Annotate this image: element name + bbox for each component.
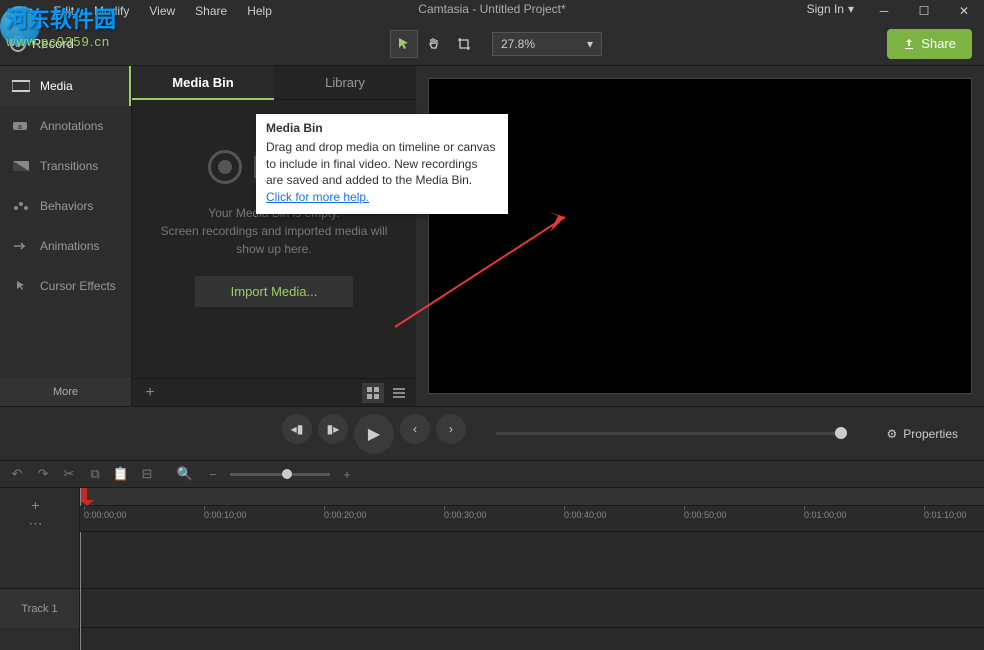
tooltip-body: Drag and drop media on timeline or canva… xyxy=(266,140,495,188)
timeline-ticks: 0:00:00;00 0:00:10;00 0:00:20;00 0:00:30… xyxy=(80,506,984,532)
sidebar-more[interactable]: More xyxy=(0,378,131,406)
zoom-in-button[interactable]: + xyxy=(336,463,358,485)
prev-frame-button[interactable]: ◂▮ xyxy=(282,414,312,444)
playback-handle[interactable] xyxy=(835,427,847,439)
zoom-fit-icon[interactable]: 🔍 xyxy=(174,463,196,485)
window-maximize[interactable]: ☐ xyxy=(904,0,944,22)
properties-label: Properties xyxy=(903,427,958,441)
timeline-ruler[interactable] xyxy=(80,488,984,506)
transitions-icon xyxy=(12,159,30,173)
split-button[interactable]: ⊟ xyxy=(136,463,158,485)
signin-label: Sign In xyxy=(807,2,844,16)
menu-modify[interactable]: Modify xyxy=(84,2,139,20)
tooltip-title: Media Bin xyxy=(266,120,498,137)
chevron-down-icon: ▾ xyxy=(587,37,593,51)
tick: 0:00:50;00 xyxy=(684,510,727,520)
tab-library[interactable]: Library xyxy=(274,66,416,100)
cut-button[interactable]: ✂ xyxy=(58,463,80,485)
sidebar-item-cursor-effects[interactable]: Cursor Effects xyxy=(0,266,131,306)
menu-help[interactable]: Help xyxy=(237,2,282,20)
empty-text-2: Screen recordings and imported media wil… xyxy=(132,222,416,258)
sidebar-label: Behaviors xyxy=(40,199,93,213)
media-icon xyxy=(12,79,30,93)
timeline-zoom-slider[interactable] xyxy=(230,473,330,476)
sidebar-label: Media xyxy=(40,79,73,93)
window-close[interactable]: ✕ xyxy=(944,0,984,22)
share-button[interactable]: Share xyxy=(887,29,972,59)
menu-view[interactable]: View xyxy=(139,2,185,20)
record-label: Record xyxy=(32,36,74,51)
play-button[interactable]: ▶ xyxy=(354,414,394,454)
crop-tool[interactable] xyxy=(450,30,478,58)
gear-icon: ⚙ xyxy=(887,427,898,441)
view-grid-button[interactable] xyxy=(362,383,384,403)
menu-edit[interactable]: Edit xyxy=(43,2,84,20)
record-circle-icon xyxy=(208,150,242,184)
add-track-button[interactable]: + xyxy=(31,497,39,513)
import-media-button[interactable]: Import Media... xyxy=(195,276,354,307)
tooltip-help-link[interactable]: Click for more help. xyxy=(266,190,369,204)
annotations-icon: a xyxy=(12,119,30,133)
watermark-logo xyxy=(0,6,40,46)
toolbar: Record 27.8% ▾ Share xyxy=(0,22,984,66)
animations-icon xyxy=(12,239,30,253)
track-options-button[interactable]: ⋯ xyxy=(29,515,43,532)
add-media-button[interactable]: + xyxy=(138,381,162,405)
copy-button[interactable]: ⧉ xyxy=(84,463,106,485)
sidebar-label: Annotations xyxy=(40,119,103,133)
track-row[interactable] xyxy=(80,588,984,628)
tick: 0:01:00;00 xyxy=(804,510,847,520)
share-label: Share xyxy=(921,36,956,51)
media-bin-tooltip: Media Bin Drag and drop media on timelin… xyxy=(256,114,508,214)
menu-share[interactable]: Share xyxy=(185,2,237,20)
tick: 0:00:10;00 xyxy=(204,510,247,520)
sidebar-item-transitions[interactable]: Transitions xyxy=(0,146,131,186)
next-frame-button[interactable]: ▮▸ xyxy=(318,414,348,444)
playhead-marker[interactable] xyxy=(80,488,87,502)
undo-button[interactable]: ↶ xyxy=(6,463,28,485)
window-minimize[interactable]: ─ xyxy=(864,0,904,22)
playback-bar: ◂▮ ▮▸ ▶ ‹ › ⚙ Properties xyxy=(0,406,984,460)
cursor-icon xyxy=(12,279,30,293)
zoom-value: 27.8% xyxy=(501,37,535,51)
timeline-edit-bar: ↶ ↷ ✂ ⧉ 📋 ⊟ 🔍 − + xyxy=(0,460,984,488)
step-back-button[interactable]: ‹ xyxy=(400,414,430,444)
select-tool[interactable] xyxy=(390,30,418,58)
signin-button[interactable]: Sign In ▾ xyxy=(807,2,854,16)
playback-slider[interactable] xyxy=(496,432,847,435)
svg-text:a: a xyxy=(18,124,22,131)
sidebar-item-media[interactable]: Media xyxy=(0,66,131,106)
redo-button[interactable]: ↷ xyxy=(32,463,54,485)
zoom-select[interactable]: 27.8% ▾ xyxy=(492,32,602,56)
sidebar-label: Animations xyxy=(40,239,99,253)
sidebar-label: Cursor Effects xyxy=(40,279,116,293)
tick: 0:01:10;00 xyxy=(924,510,967,520)
tick: 0:00:00;00 xyxy=(84,510,127,520)
chevron-down-icon: ▾ xyxy=(848,2,854,16)
sidebar-item-behaviors[interactable]: Behaviors xyxy=(0,186,131,226)
view-list-button[interactable] xyxy=(388,383,410,403)
zoom-out-button[interactable]: − xyxy=(202,463,224,485)
tools-sidebar: Media a Annotations Transitions Behavior… xyxy=(0,66,132,406)
paste-button[interactable]: 📋 xyxy=(110,463,132,485)
sidebar-label: Transitions xyxy=(40,159,98,173)
tick: 0:00:30;00 xyxy=(444,510,487,520)
sidebar-item-animations[interactable]: Animations xyxy=(0,226,131,266)
tab-media-bin[interactable]: Media Bin xyxy=(132,66,274,100)
pan-tool[interactable] xyxy=(420,30,448,58)
preview-canvas[interactable] xyxy=(428,78,972,394)
tick: 0:00:40;00 xyxy=(564,510,607,520)
timeline: + ⋯ Track 1 0:00:00;00 0:00:00;00 0:00:1… xyxy=(0,488,984,650)
upload-icon xyxy=(903,38,915,50)
sidebar-item-annotations[interactable]: a Annotations xyxy=(0,106,131,146)
properties-button[interactable]: ⚙ Properties xyxy=(877,421,968,447)
behaviors-icon xyxy=(12,199,30,213)
step-forward-button[interactable]: › xyxy=(436,414,466,444)
track-label[interactable]: Track 1 xyxy=(0,588,79,628)
tick: 0:00:20;00 xyxy=(324,510,367,520)
